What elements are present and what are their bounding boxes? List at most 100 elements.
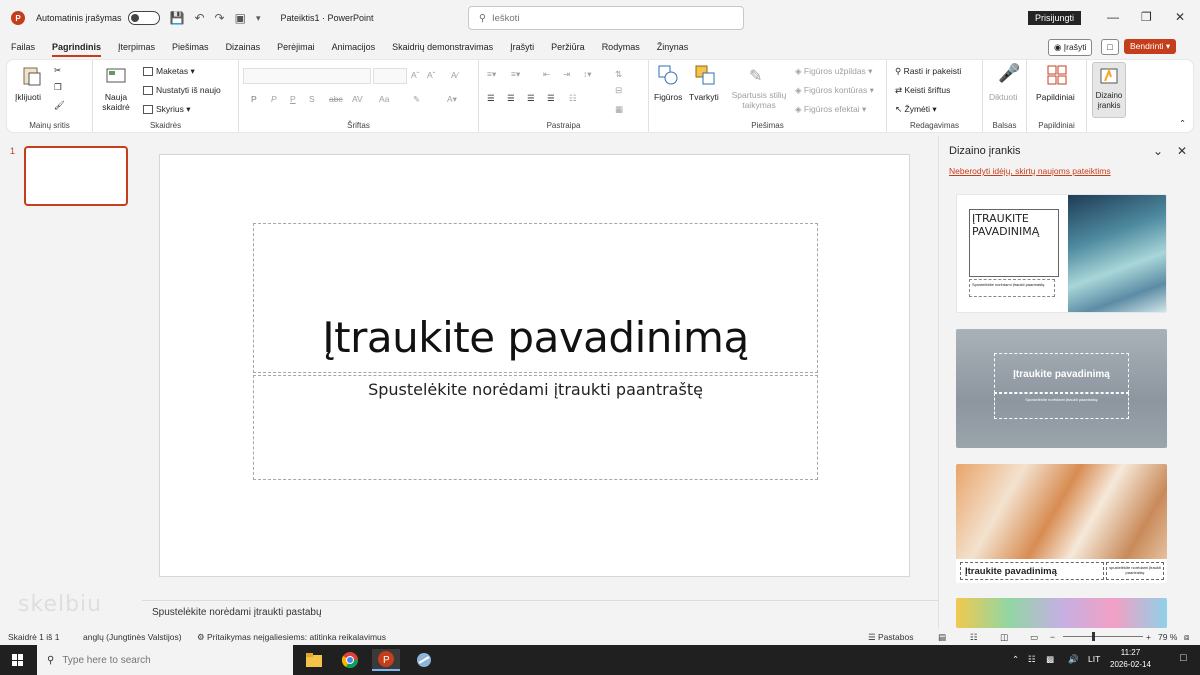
bullets-icon[interactable]: ≡▾ bbox=[487, 69, 496, 80]
tab-10[interactable]: Rodymas bbox=[602, 42, 640, 52]
highlight-icon[interactable]: ✎ bbox=[413, 94, 420, 105]
comments-icon[interactable]: □ bbox=[1101, 39, 1119, 55]
tab-4[interactable]: Dizainas bbox=[226, 42, 261, 52]
other-app-icon[interactable] bbox=[410, 649, 438, 671]
design-idea-4[interactable] bbox=[956, 598, 1167, 628]
design-idea-2[interactable]: Įtraukite pavadinimą Spustelėkite norėda… bbox=[956, 329, 1167, 448]
undo-icon[interactable]: ↶ bbox=[194, 11, 204, 25]
select-button[interactable]: ↖ Žymėti ▾ bbox=[895, 104, 937, 115]
autosave-toggle[interactable] bbox=[127, 11, 160, 25]
justify-icon[interactable]: ☰ bbox=[547, 93, 555, 104]
zoom-level[interactable]: 79 % bbox=[1158, 632, 1177, 642]
signin-button[interactable]: Prisijungti bbox=[1028, 11, 1082, 25]
new-slide-button[interactable]: Nauja skaidrė bbox=[99, 92, 133, 112]
new-slide-icon[interactable] bbox=[105, 65, 127, 87]
tab-3[interactable]: Piešimas bbox=[172, 42, 209, 52]
microphone-icon[interactable]: 🎤 bbox=[998, 63, 1020, 84]
volume-icon[interactable]: 🔊 bbox=[1068, 654, 1079, 665]
smartart-icon[interactable]: ▦ bbox=[615, 104, 623, 115]
design-idea-3[interactable]: Įtraukite pavadinimą spustelėkite norėda… bbox=[956, 464, 1167, 583]
underline-button[interactable]: P bbox=[290, 94, 296, 104]
replace-fonts-button[interactable]: ⇄ Keisti šriftus bbox=[895, 85, 950, 96]
shapes-icon[interactable] bbox=[657, 64, 679, 86]
pane-options-chevron-icon[interactable]: ⌄ bbox=[1153, 144, 1163, 158]
powerpoint-taskbar-icon[interactable]: P bbox=[372, 649, 400, 671]
text-direction-icon[interactable]: ⇅ bbox=[615, 69, 622, 80]
input-language[interactable]: LIT bbox=[1088, 654, 1100, 664]
save-icon[interactable]: 💾 bbox=[170, 11, 185, 25]
align-right-icon[interactable]: ☰ bbox=[527, 93, 535, 104]
record-button[interactable]: ◉ Įrašyti bbox=[1048, 39, 1093, 56]
slide-thumbnail[interactable] bbox=[24, 146, 128, 206]
grow-font-icon[interactable]: Aˆ bbox=[411, 70, 420, 80]
customize-toolbar-chevron-icon[interactable]: ▾ bbox=[256, 13, 261, 24]
shadow-button[interactable]: S bbox=[309, 94, 315, 104]
taskbar-clock[interactable]: 11:27 2026-02-14 bbox=[1110, 647, 1151, 671]
columns-icon[interactable]: ☷ bbox=[569, 93, 577, 104]
language-status[interactable]: anglų (Jungtinės Valstijos) bbox=[83, 632, 182, 642]
section-button[interactable]: Skyrius ▾ bbox=[143, 104, 191, 115]
notes-pane[interactable]: Spustelėkite norėdami įtraukti pastabų bbox=[142, 600, 938, 626]
decrease-indent-icon[interactable]: ⇤ bbox=[543, 69, 550, 80]
design-idea-1[interactable]: ĮTRAUKITE PAVADINIMĄ Spustelėkite norėda… bbox=[956, 194, 1167, 313]
zoom-out-icon[interactable]: − bbox=[1050, 632, 1055, 642]
copy-icon[interactable]: ❐ bbox=[54, 82, 62, 93]
designer-dismiss-link[interactable]: Neberodyti idėjų, skirtų naujoms pateikt… bbox=[949, 166, 1111, 176]
fit-to-window-icon[interactable]: ⧈ bbox=[1184, 632, 1189, 643]
italic-button[interactable]: P bbox=[271, 94, 277, 104]
present-icon[interactable]: ▣ bbox=[235, 11, 246, 25]
quick-styles-icon[interactable]: ✎ bbox=[749, 66, 762, 86]
chrome-icon[interactable] bbox=[336, 649, 364, 671]
close-icon[interactable]: ✕ bbox=[1175, 10, 1185, 24]
font-color-icon[interactable]: A▾ bbox=[447, 94, 457, 105]
zoom-in-icon[interactable]: + bbox=[1146, 632, 1151, 642]
notifications-icon[interactable]: □ bbox=[1180, 652, 1187, 664]
taskbar-search-input[interactable] bbox=[62, 654, 263, 666]
search-input[interactable] bbox=[491, 12, 712, 24]
character-spacing-button[interactable]: AV bbox=[352, 94, 363, 104]
zoom-slider-thumb[interactable] bbox=[1092, 632, 1095, 641]
align-left-icon[interactable]: ☰ bbox=[487, 93, 495, 104]
line-spacing-icon[interactable]: ↕▾ bbox=[583, 69, 592, 80]
network-icon[interactable]: ☷ bbox=[1028, 654, 1036, 665]
increase-indent-icon[interactable]: ⇥ bbox=[563, 69, 570, 80]
title-placeholder[interactable]: Įtraukite pavadinimą bbox=[253, 223, 818, 373]
tab-1[interactable]: Pagrindinis bbox=[52, 42, 102, 57]
change-case-icon[interactable]: Aa bbox=[379, 94, 389, 104]
layout-button[interactable]: Maketas ▾ bbox=[143, 66, 195, 77]
battery-icon[interactable]: ▩ bbox=[1046, 654, 1054, 665]
normal-view-icon[interactable]: ▤ bbox=[938, 632, 946, 643]
font-size-select[interactable] bbox=[373, 68, 407, 84]
align-text-icon[interactable]: ⊟ bbox=[615, 85, 622, 96]
windows-start-icon[interactable] bbox=[12, 654, 24, 666]
clear-formatting-icon[interactable]: A∕ bbox=[451, 70, 458, 80]
numbering-icon[interactable]: ≡▾ bbox=[511, 69, 520, 80]
shape-effects-button[interactable]: ◈ Figūros efektai ▾ bbox=[795, 104, 866, 115]
dictate-button[interactable]: Diktuoti bbox=[989, 92, 1017, 102]
arrange-button[interactable]: Tvarkyti bbox=[689, 92, 719, 102]
tab-8[interactable]: Įrašyti bbox=[510, 42, 534, 52]
shape-fill-button[interactable]: ◈ Figūros užpildas ▾ bbox=[795, 66, 872, 77]
slideshow-view-icon[interactable]: ▭ bbox=[1030, 632, 1038, 643]
shrink-font-icon[interactable]: Aˇ bbox=[427, 70, 436, 80]
tab-9[interactable]: Peržiūra bbox=[551, 42, 585, 52]
tab-2[interactable]: Įterpimas bbox=[118, 42, 155, 52]
shape-outline-button[interactable]: ◈ Figūros kontūras ▾ bbox=[795, 85, 874, 96]
find-replace-button[interactable]: ⚲ Rasti ir pakeisti bbox=[895, 66, 961, 77]
tab-11[interactable]: Žinynas bbox=[657, 42, 689, 52]
quick-styles-button[interactable]: Spartusis stilių taikymas bbox=[729, 90, 789, 110]
slide-sorter-icon[interactable]: ☷ bbox=[970, 632, 978, 643]
notes-toggle[interactable]: ☰ Pastabos bbox=[868, 632, 913, 643]
search-box[interactable]: ⚲ bbox=[468, 6, 744, 30]
paste-icon[interactable] bbox=[21, 65, 43, 87]
subtitle-placeholder[interactable]: Spustelėkite norėdami įtraukti paantrašt… bbox=[253, 375, 818, 480]
tab-7[interactable]: Skaidrių demonstravimas bbox=[392, 42, 493, 52]
align-center-icon[interactable]: ☰ bbox=[507, 93, 515, 104]
pane-close-icon[interactable]: ✕ bbox=[1177, 144, 1187, 158]
addins-icon[interactable] bbox=[1046, 64, 1068, 86]
addins-button[interactable]: Papildiniai bbox=[1036, 92, 1075, 102]
taskbar-search[interactable]: ⚲ bbox=[37, 645, 293, 675]
zoom-slider[interactable] bbox=[1063, 636, 1143, 637]
maximize-icon[interactable]: ❐ bbox=[1141, 10, 1152, 24]
font-name-select[interactable] bbox=[243, 68, 371, 84]
